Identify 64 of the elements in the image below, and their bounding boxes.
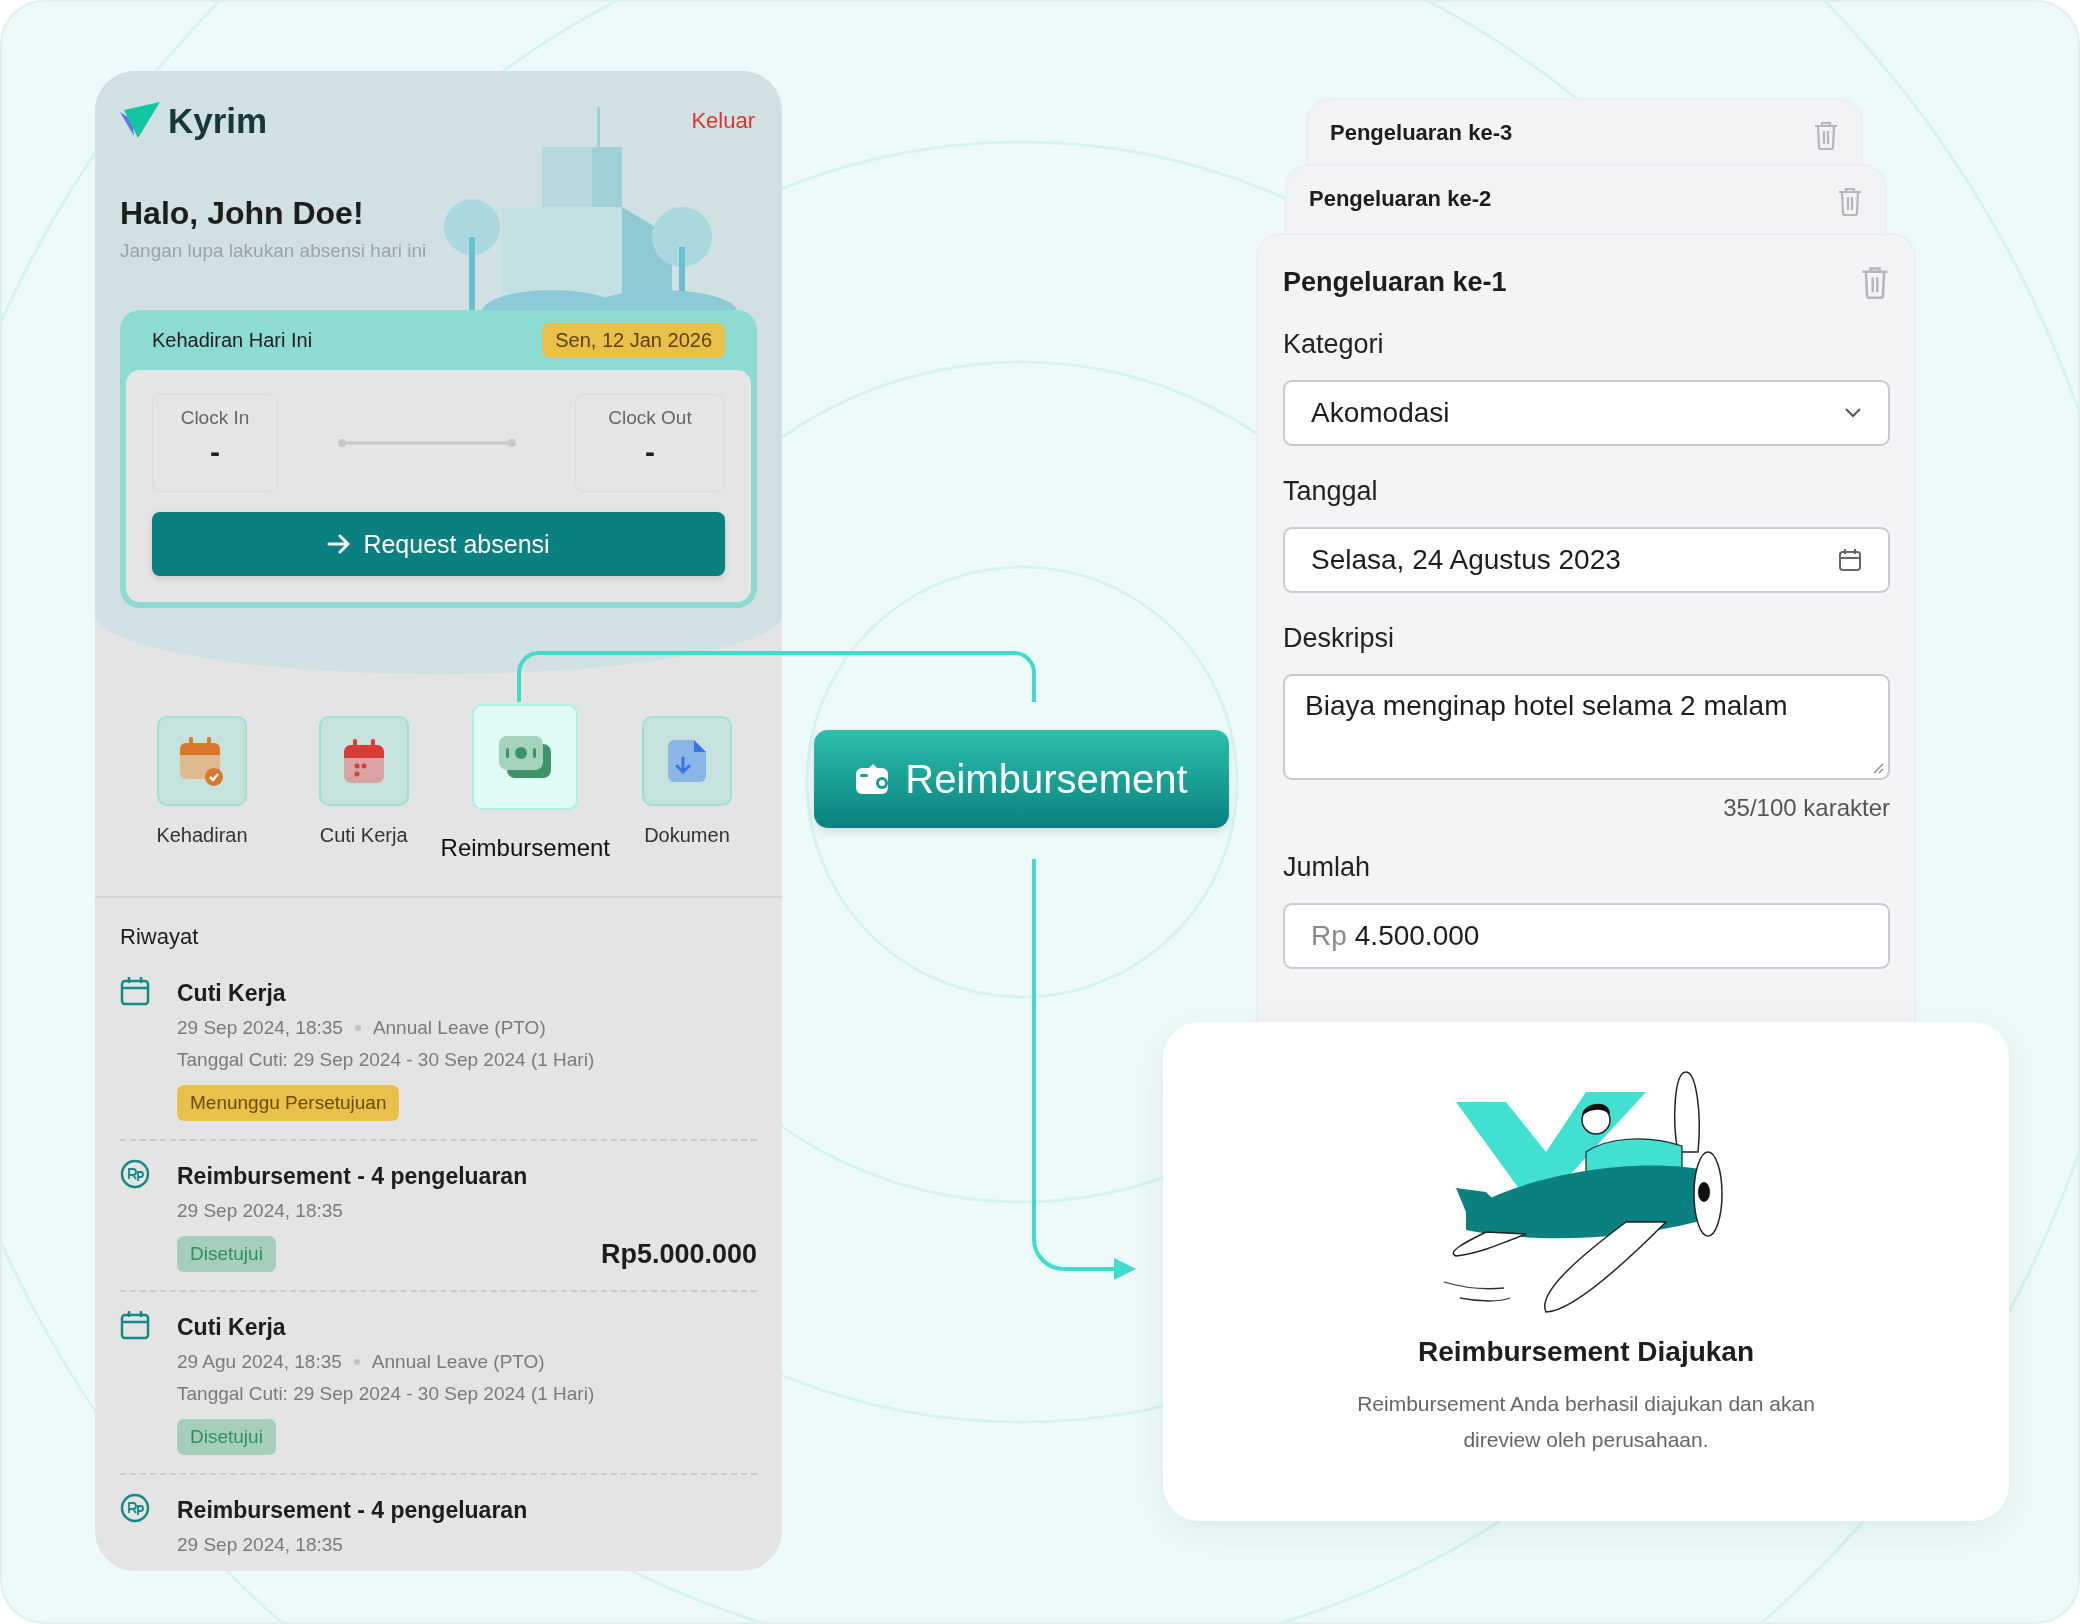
clock-out-box: Clock Out - [575, 394, 725, 492]
trash-icon[interactable] [1813, 120, 1839, 150]
calendar-check-icon [178, 735, 226, 787]
success-title: Reimbursement Diajukan [1417, 1336, 1755, 1368]
greeting-subtitle: Jangan lupa lakukan absensi hari ini [120, 240, 428, 262]
document-download-icon [665, 738, 708, 784]
field-label: Tanggal [1283, 476, 1379, 507]
separator-dot [354, 1025, 361, 1031]
status-badge: Disetujui [177, 1419, 276, 1455]
leave-type: Annual Leave (PTO) [372, 1017, 546, 1039]
clock-in-box: Clock In - [152, 394, 278, 492]
calendar-icon [341, 737, 386, 785]
attendance-title: Kehadiran Hari Ini [152, 328, 313, 352]
menu-tile[interactable] [318, 716, 409, 806]
status-badge: Disetujui [177, 1236, 276, 1272]
history-time: 29 Sep 2024, 18:35 [177, 1017, 343, 1039]
field-label: Deskripsi [1283, 623, 1396, 654]
history-title: Reimbursement - 4 pengeluaran [177, 1497, 529, 1524]
menu-label: Dokumen [644, 824, 730, 847]
menu-tile[interactable] [641, 716, 732, 806]
greeting: Halo, John Doe! [120, 195, 365, 232]
menu-label: Cuti Kerja [319, 824, 408, 847]
description-field[interactable]: Biaya menginap hotel selama 2 malam [1283, 674, 1890, 780]
card-title: Pengeluaran ke-3 [1330, 120, 1513, 146]
trash-icon[interactable] [1860, 265, 1890, 299]
status-badge: Menunggu Persetujuan [177, 1085, 400, 1121]
history-title: Cuti Kerja [177, 980, 287, 1007]
field-label: Kategori [1283, 329, 1385, 360]
calendar-icon [120, 1310, 150, 1340]
request-button[interactable]: Request absensi [152, 512, 725, 576]
amount-field[interactable]: Rp 4.500.000 [1283, 903, 1890, 969]
money-icon [497, 734, 554, 780]
history-title: Cuti Kerja [177, 1314, 287, 1341]
menu-label: Kehadiran [156, 824, 248, 847]
leave-type: Annual Leave (PTO) [371, 1351, 545, 1373]
separator-dot [353, 1359, 360, 1365]
card-title: Pengeluaran ke-2 [1309, 186, 1492, 212]
logo-text: Kyrim [168, 101, 268, 141]
history-time: 29 Sep 2024, 18:35 [177, 1534, 343, 1556]
calendar-icon [120, 976, 150, 1006]
select-field[interactable]: Akomodasi [1283, 380, 1890, 446]
leave-period: Tanggal Cuti: 29 Sep 2024 - 30 Sep 2024 (1 Hari) [177, 1049, 596, 1071]
history-title: Reimbursement - 4 pengeluaran [177, 1163, 529, 1190]
menu-label: Reimbursement [440, 834, 610, 862]
date-badge: Sen, 12 Jan 2026 [542, 322, 725, 358]
menu-tile[interactable] [157, 716, 247, 806]
trash-icon[interactable] [1837, 186, 1863, 216]
rupiah-icon [120, 1493, 150, 1523]
logo-icon [120, 102, 162, 140]
character-counter: 35/100 karakter [1722, 794, 1890, 822]
section-title: Riwayat [120, 924, 200, 950]
history-time: 29 Agu 2024, 18:35 [177, 1351, 342, 1373]
date-field[interactable]: Selasa, 24 Agustus 2023 [1283, 527, 1890, 593]
leave-period: Tanggal Cuti: 29 Sep 2024 - 30 Sep 2024 (1 Hari) [177, 1383, 596, 1405]
amount: Rp5.000.000 [600, 1238, 757, 1270]
resize-handle-icon[interactable] [1872, 762, 1884, 774]
menu-tile[interactable] [472, 704, 579, 810]
success-message: Reimbursement Anda berhasil diajukan dan akan direview oleh perusahaan. [1356, 1391, 1816, 1453]
calendar-icon [1838, 548, 1862, 572]
rupiah-icon [120, 1159, 150, 1189]
chevron-down-icon [1844, 407, 1862, 419]
field-label: Jumlah [1283, 852, 1372, 883]
history-time: 29 Sep 2024, 18:35 [177, 1200, 343, 1222]
card-title: Pengeluaran ke-1 [1283, 266, 1507, 298]
